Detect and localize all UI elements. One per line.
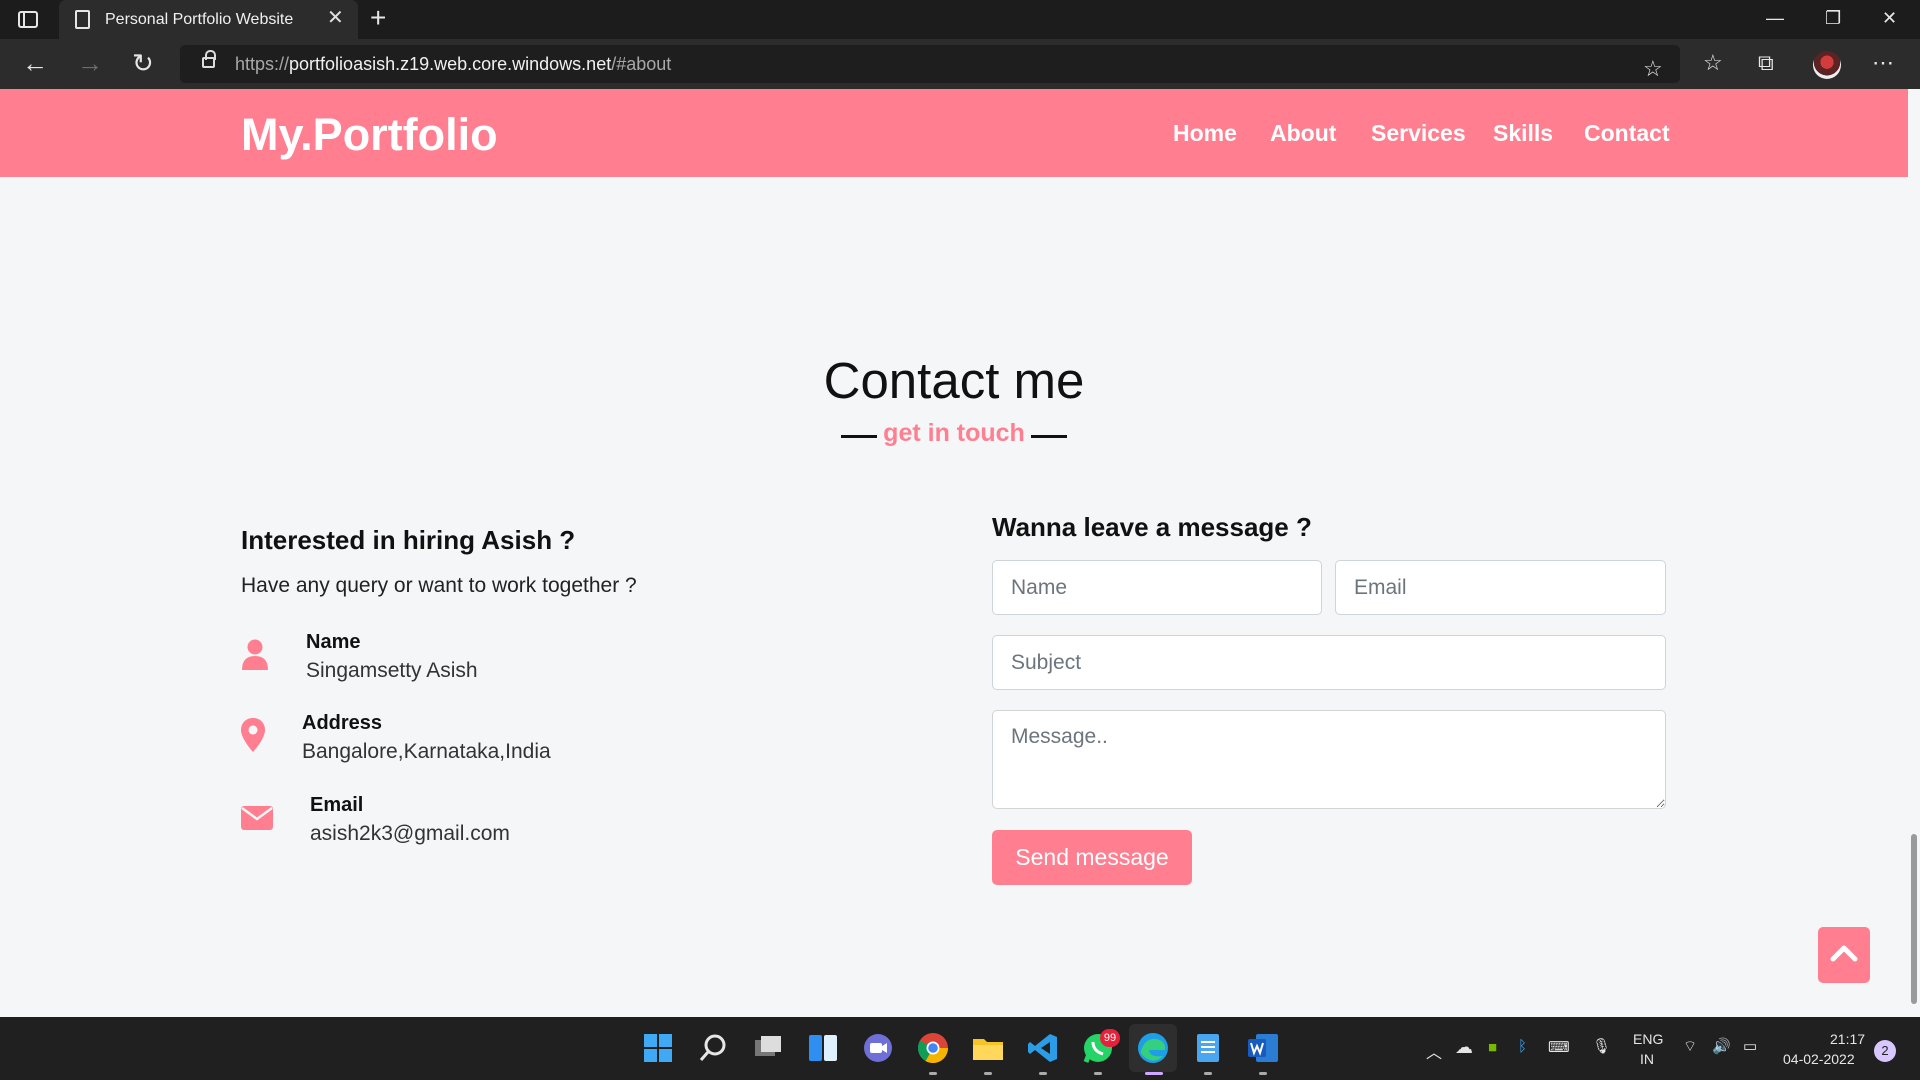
running-indicator: [1094, 1072, 1102, 1075]
wifi-icon[interactable]: ⌔: [1683, 1037, 1697, 1056]
running-indicator: [1259, 1072, 1267, 1075]
url-text[interactable]: https://portfolioasish.z19.web.core.wind…: [235, 54, 671, 75]
subtitle-text: get in touch: [883, 419, 1025, 447]
show-hidden-icons[interactable]: ︿: [1426, 1039, 1442, 1063]
lock-icon[interactable]: [202, 50, 216, 68]
site-logo[interactable]: My.Portfolio: [241, 109, 498, 161]
hire-text: Have any query or want to work together …: [241, 574, 637, 597]
tab-actions-icon[interactable]: [18, 11, 38, 28]
search-icon[interactable]: [696, 1031, 730, 1065]
nav-about[interactable]: About: [1270, 120, 1336, 147]
language-label[interactable]: ENG: [1633, 1031, 1663, 1047]
refresh-icon[interactable]: ↻: [132, 48, 154, 78]
nav-services[interactable]: Services: [1371, 120, 1466, 147]
collections-icon[interactable]: ⧉: [1758, 48, 1774, 78]
browser-tab[interactable]: Personal Portfolio Website ✕: [59, 0, 358, 39]
info-name-label: Name: [306, 631, 361, 653]
teams-chat-icon[interactable]: [861, 1031, 895, 1065]
onedrive-icon[interactable]: ☁: [1455, 1037, 1473, 1058]
notification-badge[interactable]: 2: [1874, 1040, 1896, 1062]
nav-skills[interactable]: Skills: [1493, 120, 1553, 147]
notepad-icon[interactable]: [1191, 1031, 1225, 1065]
keyboard-icon[interactable]: ⌨: [1548, 1038, 1570, 1056]
close-tab-icon[interactable]: ✕: [327, 8, 344, 28]
nav-home[interactable]: Home: [1173, 120, 1237, 147]
subtitle-divider-right: [1031, 435, 1067, 438]
active-indicator: [1145, 1072, 1163, 1075]
subject-input[interactable]: [992, 635, 1666, 690]
browser-tab-bar: Personal Portfolio Website ✕ + — ❐ ✕: [0, 0, 1920, 39]
restore-icon[interactable]: ❐: [1825, 8, 1841, 28]
info-name-value: Singamsetty Asish: [306, 659, 478, 682]
form-heading: Wanna leave a message ?: [992, 512, 1312, 542]
message-textarea[interactable]: [992, 710, 1666, 809]
info-address-label: Address: [302, 712, 383, 734]
hire-heading: Interested in hiring Asish ?: [241, 525, 576, 555]
info-address-value: Bangalore,Karnataka,India: [302, 740, 551, 763]
vscode-icon[interactable]: [1026, 1031, 1060, 1065]
running-indicator: [984, 1072, 992, 1075]
task-view-icon[interactable]: [751, 1031, 785, 1065]
close-window-icon[interactable]: ✕: [1882, 8, 1897, 28]
forward-icon[interactable]: →: [77, 48, 103, 78]
running-indicator: [929, 1072, 937, 1075]
file-explorer-icon[interactable]: [971, 1031, 1005, 1065]
user-icon: [241, 639, 269, 676]
send-message-button[interactable]: Send message: [992, 830, 1192, 885]
back-icon[interactable]: ←: [22, 48, 48, 78]
web-page: My.Portfolio Home About Services Skills …: [0, 89, 1908, 1009]
scroll-to-top-button[interactable]: [1818, 927, 1870, 983]
minimize-icon[interactable]: —: [1766, 8, 1784, 28]
running-indicator: [1039, 1072, 1047, 1075]
bluetooth-icon[interactable]: ᛒ: [1518, 1038, 1527, 1055]
page-icon: [75, 10, 90, 29]
microphone-icon[interactable]: 🎙: [1592, 1037, 1611, 1055]
new-tab-icon[interactable]: +: [370, 4, 386, 32]
more-menu-icon[interactable]: ⋯: [1872, 48, 1894, 78]
envelope-icon: [241, 806, 273, 835]
site-navbar: My.Portfolio Home About Services Skills …: [0, 89, 1908, 177]
windows-taskbar: 99 ︿ ☁ ■ ᛒ ⌨ 🎙 ENG IN ⌔ 🔊 ▭ 21:17 04-02-…: [0, 1017, 1920, 1080]
region-label[interactable]: IN: [1640, 1051, 1654, 1067]
chrome-icon[interactable]: [916, 1031, 950, 1065]
info-email-label: Email: [310, 794, 364, 816]
map-marker-icon: [241, 718, 265, 757]
scrollbar-thumb[interactable]: [1911, 834, 1917, 1004]
browser-toolbar: ← → ↻ https://portfolioasish.z19.web.cor…: [0, 39, 1920, 89]
page-scrollbar[interactable]: [1908, 89, 1920, 1009]
clock-time[interactable]: 21:17: [1830, 1031, 1865, 1047]
name-input[interactable]: [992, 560, 1322, 615]
profile-avatar[interactable]: [1813, 51, 1841, 79]
tab-title: Personal Portfolio Website: [105, 11, 294, 28]
volume-icon[interactable]: 🔊: [1712, 1037, 1731, 1055]
widgets-icon[interactable]: [806, 1031, 840, 1065]
section-title: Contact me: [823, 352, 1085, 409]
edge-active-tile[interactable]: [1129, 1024, 1177, 1072]
battery-icon[interactable]: ▭: [1743, 1037, 1757, 1055]
nvidia-icon[interactable]: ■: [1488, 1039, 1497, 1056]
section-subtitle: get in touch: [841, 414, 1067, 454]
email-input[interactable]: [1335, 560, 1666, 615]
whatsapp-badge: 99: [1100, 1029, 1120, 1047]
favorites-icon[interactable]: ☆: [1703, 48, 1723, 78]
chevron-up-icon: [1830, 945, 1858, 962]
info-email-value: asish2k3@gmail.com: [310, 822, 510, 845]
address-bar[interactable]: https://portfolioasish.z19.web.core.wind…: [180, 45, 1680, 83]
add-favorite-icon[interactable]: ☆: [1643, 54, 1663, 84]
nav-contact[interactable]: Contact: [1584, 120, 1670, 147]
start-icon[interactable]: [641, 1031, 675, 1065]
word-icon[interactable]: [1246, 1031, 1280, 1065]
running-indicator: [1204, 1072, 1212, 1075]
clock-date[interactable]: 04-02-2022: [1783, 1051, 1855, 1067]
